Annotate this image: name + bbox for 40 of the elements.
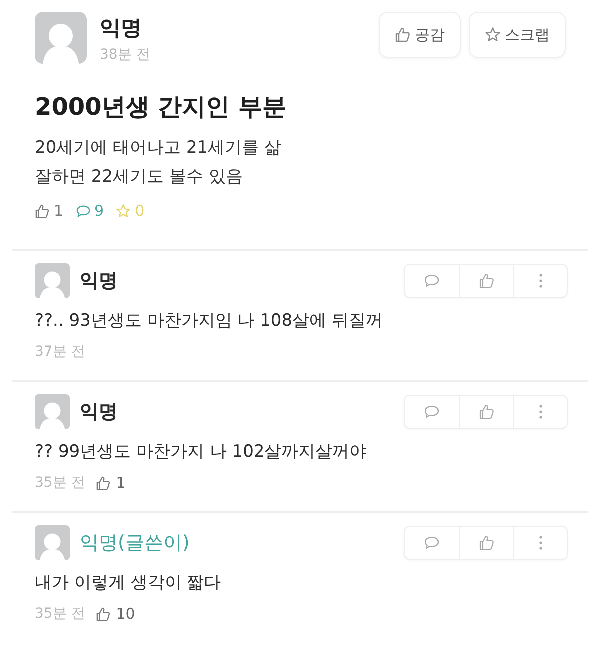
author-name: 익명: [100, 15, 143, 42]
thumbs-up-icon: [478, 535, 494, 551]
more-icon: [538, 535, 542, 551]
comment-time: 35분 전: [35, 605, 86, 623]
like-count: 10: [116, 605, 136, 623]
comment-time: 35분 전: [35, 474, 86, 492]
star-icon: [485, 27, 501, 43]
like-count: 1: [54, 201, 64, 221]
scrap-button[interactable]: 스크랩: [469, 12, 566, 58]
star-icon: [116, 204, 132, 218]
post-title: 2000년생 간지인 부분: [35, 92, 288, 123]
thumbs-up-icon: [395, 27, 411, 43]
like-button[interactable]: 공감: [379, 12, 461, 58]
speech-bubble-icon: [424, 535, 440, 551]
thumbs-up-icon: [96, 476, 112, 490]
speech-bubble-icon: [424, 273, 440, 289]
speech-bubble-icon: [424, 404, 440, 420]
scrap-count: 0: [135, 201, 145, 221]
more-icon: [538, 273, 542, 289]
avatar-icon: [35, 12, 87, 64]
comment-author: 익명(글쓴이): [80, 531, 190, 556]
avatar-icon: [35, 394, 70, 430]
thumbs-up-icon: [478, 404, 494, 420]
avatar-icon: [35, 263, 70, 299]
comment-text: ?? 99년생도 마찬가지 나 102살까지살꺼야: [35, 441, 368, 464]
avatar-icon: [35, 525, 70, 561]
more-icon: [538, 404, 542, 420]
comment-author: 익명: [80, 269, 118, 294]
comment-text: ??.. 93년생도 마찬가지임 나 108살에 뒤질꺼: [35, 310, 384, 333]
post-time: 38분 전: [100, 46, 150, 65]
comment-text: 내가 이렇게 생각이 짧다: [35, 572, 222, 595]
like-count: 1: [116, 474, 126, 492]
thumbs-up-icon: [96, 606, 112, 622]
thumbs-up-icon: [35, 204, 50, 218]
comment-author: 익명: [80, 400, 118, 425]
comment-time: 37분 전: [35, 343, 86, 361]
speech-bubble-icon: [76, 204, 91, 218]
thumbs-up-icon: [478, 273, 494, 289]
comment-count: 9: [94, 201, 104, 221]
post-body: 20세기에 태어나고 21세기를 삶 잘하면 22세기도 볼수 있음: [35, 137, 282, 189]
